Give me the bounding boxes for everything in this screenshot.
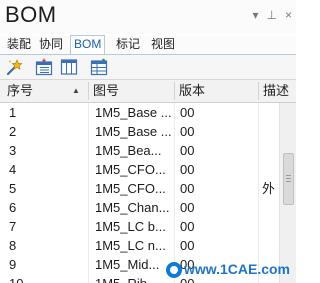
watermark-text: www.1CAE.com: [183, 260, 290, 277]
cell-item-number: 3: [9, 143, 17, 158]
cell-drawing-number: 1M5_Chan...: [95, 200, 170, 215]
cell-item-number: 8: [9, 238, 17, 253]
cell-drawing-number: 1M5_Base ...: [95, 124, 172, 139]
cell-description: [262, 236, 280, 255]
cell-drawing-number: 1M5_Bea...: [95, 143, 162, 158]
tab-assembly[interactable]: 装配: [4, 36, 34, 53]
cell-version: 00: [180, 238, 195, 253]
cell-drawing-number: 1M5_CFO...: [95, 181, 166, 196]
cell-version: 00: [180, 219, 195, 234]
cell-description: [262, 122, 280, 141]
cell-drawing-number: 1M5_Rib...: [95, 274, 175, 283]
window-controls: ▾ ⊥ ×: [253, 9, 293, 21]
cell-item-number: 5: [9, 181, 17, 196]
cell-item-number: 2: [9, 124, 17, 139]
bom-panel: BOM ▾ ⊥ × 装配 协同 BOM 标记 视图 序号 ▲ 图号 版本 描述 …: [0, 0, 296, 283]
cell-item-number: 4: [9, 162, 17, 177]
bom-export-icon[interactable]: [35, 58, 53, 76]
sort-ascending-icon[interactable]: ▲: [72, 80, 80, 102]
cell-description: [262, 141, 280, 160]
table-row[interactable]: 8 1M5_LC n... 00: [0, 236, 280, 255]
close-icon[interactable]: ×: [285, 9, 292, 21]
bom-table-icon[interactable]: [90, 58, 108, 76]
table-row[interactable]: 2 1M5_Base ... 00: [0, 122, 280, 141]
cell-drawing-number: 1M5_LC n...: [95, 238, 166, 253]
cell-item-number: 10: [9, 274, 79, 283]
toolbar: [0, 55, 296, 79]
watermark-logo-icon: [165, 262, 182, 278]
cell-drawing-number: 1M5_Mid...: [95, 257, 160, 272]
column-separator[interactable]: [258, 82, 259, 100]
cell-description: [262, 103, 280, 122]
table-header: 序号 ▲ 图号 版本 描述: [0, 80, 296, 103]
table-row[interactable]: 1 1M5_Base ... 00: [0, 103, 280, 122]
column-separator[interactable]: [88, 82, 89, 100]
cell-version: 00: [180, 124, 195, 139]
column-header-item-number[interactable]: 序号: [7, 80, 33, 102]
dropdown-arrow-icon[interactable]: ▾: [253, 9, 259, 21]
tab-markup[interactable]: 标记: [113, 36, 143, 53]
cell-description: [262, 198, 280, 217]
title-bar: BOM ▾ ⊥ ×: [0, 0, 296, 34]
cell-version: 00: [180, 162, 195, 177]
cell-drawing-number: 1M5_CFO...: [95, 162, 166, 177]
cell-version: 00: [180, 143, 195, 158]
cell-drawing-number: 1M5_Base ...: [95, 105, 172, 120]
cell-version: 00: [180, 181, 195, 196]
grip-line: [286, 175, 291, 176]
cell-item-number: 7: [9, 219, 17, 234]
cell-drawing-number: 1M5_LC b...: [95, 219, 166, 234]
scrollbar-thumb[interactable]: [283, 153, 294, 205]
panel-title: BOM: [5, 2, 57, 27]
cell-item-number: 1: [9, 105, 17, 120]
table-body: 1 1M5_Base ... 00 2 1M5_Base ... 00 3 1M…: [0, 103, 280, 283]
watermark: www.1CAE.com: [165, 260, 290, 278]
cell-description: [262, 160, 280, 179]
grip-line: [286, 178, 291, 179]
tab-collaboration[interactable]: 协同: [36, 36, 66, 53]
table-row[interactable]: 4 1M5_CFO... 00: [0, 160, 280, 179]
pin-icon[interactable]: ⊥: [267, 9, 277, 21]
cell-item-number: 9: [9, 257, 17, 272]
table-row[interactable]: 6 1M5_Chan... 00: [0, 198, 280, 217]
table-row[interactable]: 7 1M5_LC b... 00: [0, 217, 280, 236]
cell-version: 00: [180, 105, 195, 120]
vertical-scrollbar[interactable]: [279, 103, 296, 283]
grip-line: [286, 181, 291, 182]
table-row[interactable]: 3 1M5_Bea... 00: [0, 141, 280, 160]
columns-icon[interactable]: [60, 58, 78, 76]
tab-bom[interactable]: BOM: [70, 35, 106, 55]
column-separator[interactable]: [174, 82, 175, 100]
magic-wand-icon[interactable]: [6, 58, 24, 76]
column-header-description[interactable]: 描述: [263, 80, 296, 102]
column-header-drawing-number[interactable]: 图号: [93, 80, 119, 102]
cell-version: 00: [180, 200, 195, 215]
bom-table: 序号 ▲ 图号 版本 描述 1 1M5_Base ... 00 2 1M5_Ba…: [0, 80, 296, 283]
tab-bar: 装配 协同 BOM 标记 视图: [0, 35, 296, 55]
column-header-version[interactable]: 版本: [179, 80, 205, 102]
cell-description: 外: [262, 181, 276, 196]
cell-item-number: 6: [9, 200, 17, 215]
table-row[interactable]: 5 1M5_CFO... 00 外: [0, 179, 280, 198]
tab-view[interactable]: 视图: [148, 36, 178, 53]
cell-description: [262, 217, 280, 236]
